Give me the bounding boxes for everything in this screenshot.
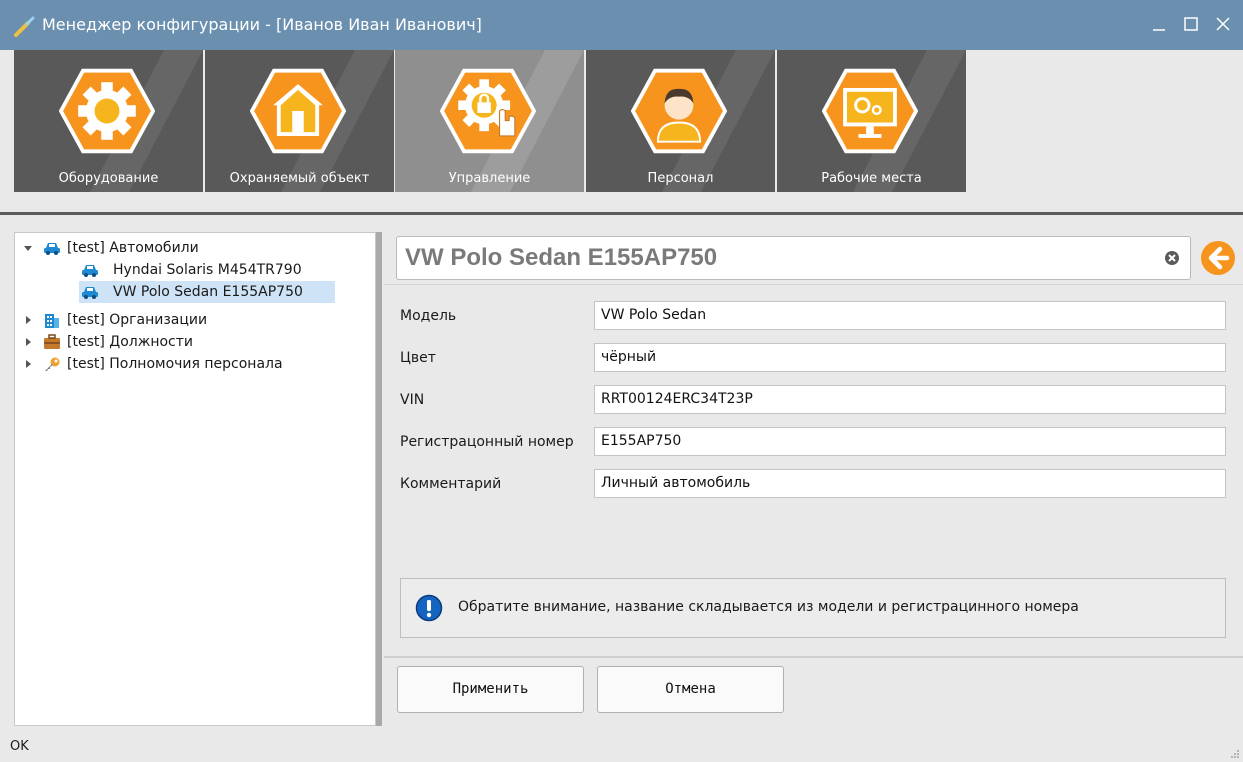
expand-arrow-icon[interactable] [23,315,33,325]
house-icon [249,68,346,154]
tree-item-solaris[interactable]: Hyndai Solaris M454TR790 [15,259,355,281]
notice-text: Обратите внимание, название складывается… [458,599,1079,615]
tab-label: Управление [448,171,531,186]
tree-item-label: [test] Организации [67,312,208,328]
cancel-button[interactable]: Отмена [597,666,784,713]
car-icon [82,287,98,299]
briefcase-icon [44,334,60,349]
color-field[interactable]: чёрный [594,343,1226,372]
tree-item-label: [test] Автомобили [67,240,199,256]
tree-item-polo[interactable]: VW Polo Sedan E155AP750 [79,281,335,303]
tree-item-label: Hyndai Solaris M454TR790 [113,262,302,278]
tab-workplaces[interactable]: Рабочие места [777,50,966,192]
status-bar: OK [0,726,1243,762]
comment-field[interactable]: Личный автомобиль [594,469,1226,498]
tab-personnel[interactable]: Персонал [586,50,775,192]
panel-splitter[interactable] [376,232,382,726]
back-arrow-icon[interactable] [1200,240,1236,276]
maximize-icon[interactable] [1180,13,1202,35]
expand-arrow-icon[interactable] [23,337,33,347]
ribbon: Оборудование Охраняемый объект Управлени… [0,50,1243,192]
title-bar: Менеджер конфигурации - [Иванов Иван Ива… [0,0,1243,50]
expand-arrow-icon[interactable] [23,243,33,253]
tree-item-cars[interactable]: [test] Автомобили [15,237,355,259]
buttons-separator [384,656,1243,658]
minimize-icon[interactable] [1148,13,1170,35]
apply-button[interactable]: Применить [397,666,584,713]
tree-item-label: [test] Полномочия персонала [67,356,283,372]
ribbon-separator [0,212,1243,215]
tab-equipment[interactable]: Оборудование [14,50,203,192]
car-icon [44,243,60,255]
detail-title: VW Polo Sedan E155AP750 [405,244,718,271]
info-notice: Обратите внимание, название складывается… [400,578,1226,638]
model-label: Модель [400,308,457,324]
car-icon [82,265,98,277]
title-field[interactable]: VW Polo Sedan E155AP750 [396,236,1191,280]
person-icon [630,68,727,154]
comment-label: Комментарий [400,476,502,492]
tree-panel: [test] Автомобили Hyndai Solaris M454TR7… [14,232,376,726]
app-icon [14,16,35,37]
tab-protected-object[interactable]: Охраняемый объект [205,50,394,192]
tab-label: Персонал [647,171,714,186]
gear-icon [58,68,155,154]
tab-label: Рабочие места [821,171,922,186]
tab-management[interactable]: Управление [395,50,584,192]
monitor-icon [821,68,918,154]
tree-item-positions[interactable]: [test] Должности [15,331,355,353]
status-text: OK [10,739,29,754]
clear-icon[interactable] [1164,250,1180,266]
lock-gear-hand-icon [439,68,536,154]
vin-field[interactable]: RRT00124ERC34T23P [594,385,1226,414]
registration-field[interactable]: E155AP750 [594,427,1226,456]
resize-grip-icon[interactable] [1228,747,1240,759]
tab-label: Охраняемый объект [229,171,370,186]
expand-arrow-icon[interactable] [23,359,33,369]
model-field[interactable]: VW Polo Sedan [594,301,1226,330]
close-icon[interactable] [1212,13,1234,35]
tree-item-label: VW Polo Sedan E155AP750 [113,284,303,300]
vin-label: VIN [400,392,425,408]
color-label: Цвет [400,350,436,366]
building-icon [45,314,59,328]
key-icon [45,357,60,371]
tree-item-organizations[interactable]: [test] Организации [15,309,355,331]
tree-item-permissions[interactable]: [test] Полномочия персонала [15,353,355,375]
window-title: Менеджер конфигурации - [Иванов Иван Ива… [42,15,482,34]
tab-label: Оборудование [58,171,159,186]
info-icon [415,594,443,622]
registration-label: Регистрацонный номер [400,434,574,450]
tree-item-label: [test] Должности [67,334,193,350]
